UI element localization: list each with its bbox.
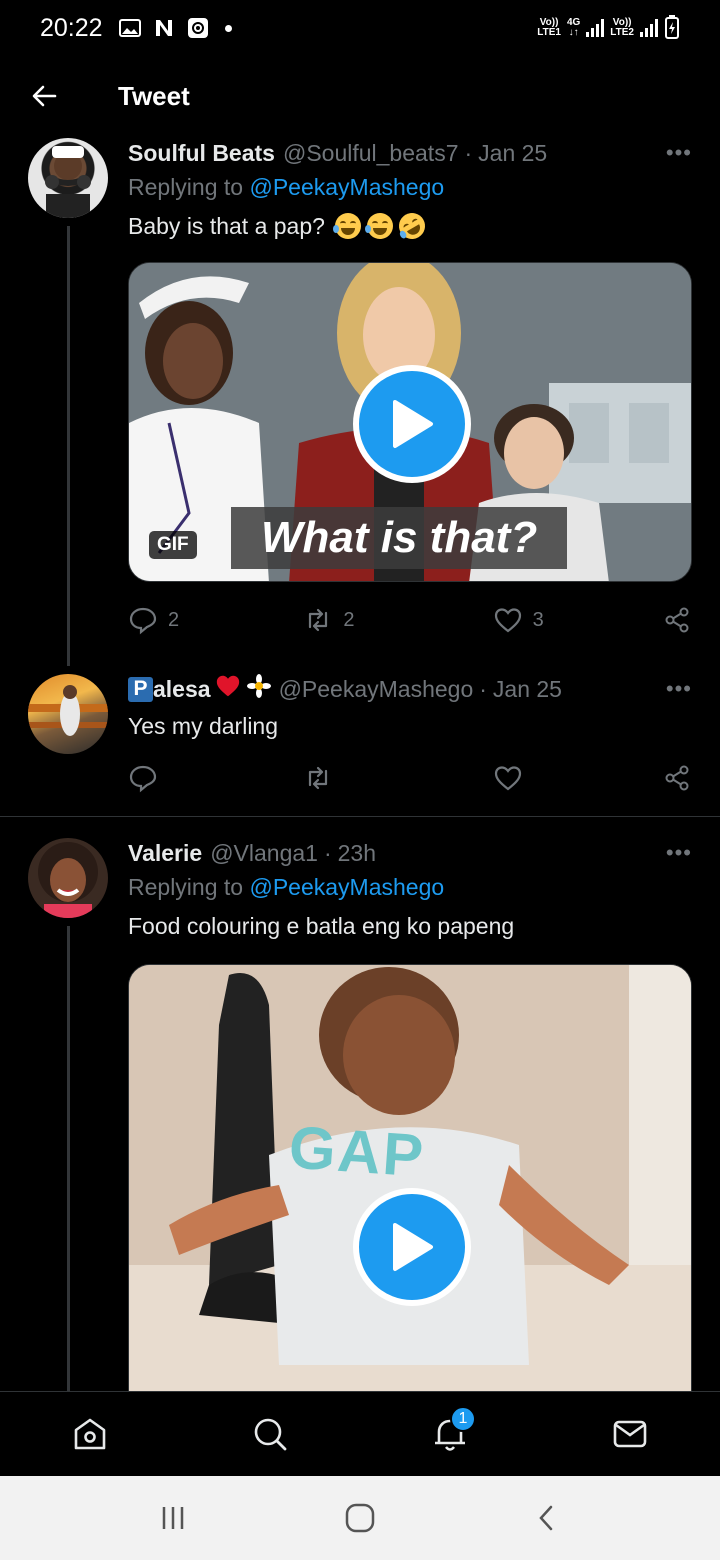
tweet-soulful-beats[interactable]: Soulful Beats @Soulful_beats7 · Jan 25 •… — [0, 134, 720, 666]
thread-line — [67, 226, 70, 666]
flower-emoji — [246, 674, 271, 704]
tweet-actions — [128, 758, 692, 798]
gear-badge-icon — [187, 17, 209, 39]
retweet-button[interactable] — [303, 763, 492, 793]
play-button[interactable] — [353, 365, 471, 483]
heart-emoji — [215, 674, 241, 704]
signal-icon — [586, 19, 605, 37]
share-icon — [665, 607, 689, 633]
reply-button[interactable]: 2 — [128, 605, 303, 635]
nav-messages[interactable] — [600, 1404, 660, 1464]
author-name[interactable]: alesa — [153, 676, 211, 703]
divider — [0, 816, 720, 817]
sim2-indicator: Vo)) LTE2 — [610, 17, 634, 38]
author-handle[interactable]: @PeekayMashego — [279, 676, 474, 703]
recents-icon — [163, 1507, 184, 1529]
mention-link[interactable]: @PeekayMashego — [249, 874, 444, 900]
dot-icon — [224, 24, 232, 32]
avatar[interactable] — [28, 838, 108, 918]
joy-emoji — [332, 213, 361, 239]
replying-to: Replying to @PeekayMashego — [128, 874, 445, 900]
recents-button[interactable] — [143, 1488, 203, 1548]
tweet-time[interactable]: 23h — [338, 840, 376, 867]
share-button[interactable] — [662, 763, 692, 793]
home-icon — [74, 1418, 106, 1450]
more-options-icon[interactable]: ••• — [666, 140, 692, 166]
play-icon — [393, 400, 433, 448]
image-icon — [118, 17, 141, 39]
status-bar: 20:22 Vo)) LTE1 4G ↓↑ Vo)) LTE2 — [0, 0, 720, 56]
messages-icon — [613, 1420, 647, 1448]
heart-icon — [494, 766, 521, 791]
retweet-icon — [309, 608, 328, 632]
gif-badge: GIF — [149, 531, 197, 559]
bottom-nav: 1 — [0, 1391, 720, 1476]
tweet-time[interactable]: Jan 25 — [493, 676, 562, 703]
back-button[interactable] — [14, 66, 74, 126]
home-circle-icon — [345, 1503, 375, 1533]
top-app-bar: Tweet — [0, 60, 720, 132]
replying-to: Replying to @PeekayMashego — [128, 174, 445, 200]
p-badge: P — [128, 676, 153, 702]
signal-icon — [640, 19, 658, 37]
arrow-left-icon — [32, 85, 57, 107]
tweet-text: Food colouring e batla eng ko papeng — [128, 912, 515, 939]
tweet-text: Yes my darling — [128, 712, 279, 739]
tweet-time[interactable]: Jan 25 — [478, 140, 547, 167]
play-button[interactable] — [353, 1188, 471, 1306]
search-icon — [254, 1418, 287, 1451]
reply-icon — [129, 607, 157, 635]
network-type: 4G ↓↑ — [566, 17, 581, 38]
sim1-indicator: Vo)) LTE1 — [537, 17, 561, 38]
more-options-icon[interactable]: ••• — [666, 676, 692, 702]
author-name[interactable]: Valerie — [128, 840, 202, 867]
nav-notifications[interactable]: 1 — [420, 1404, 480, 1464]
rofl-emoji — [394, 208, 430, 244]
notification-badge: 1 — [450, 1406, 476, 1432]
reply-button[interactable] — [128, 763, 303, 793]
gif-media[interactable]: GIF What is that? — [128, 262, 692, 582]
share-icon — [665, 765, 689, 791]
thread-line — [67, 926, 70, 1391]
author-handle[interactable]: @Vlanga1 — [210, 840, 318, 867]
shirt-text: GAP — [286, 1113, 428, 1190]
author-name[interactable]: Soulful Beats — [128, 140, 275, 167]
author-handle[interactable]: @Soulful_beats7 — [283, 140, 459, 167]
avatar[interactable] — [28, 138, 108, 218]
heart-icon — [494, 608, 521, 633]
retweet-button[interactable]: 2 — [303, 605, 492, 635]
home-system-button[interactable] — [330, 1488, 390, 1548]
avatar[interactable] — [28, 674, 108, 754]
system-nav-bar — [0, 1476, 720, 1560]
gif-media[interactable]: GAP — [128, 964, 692, 1391]
retweet-icon — [309, 766, 328, 790]
back-system-button[interactable] — [517, 1488, 577, 1548]
chevron-left-icon — [538, 1505, 552, 1531]
mention-link[interactable]: @PeekayMashego — [249, 174, 444, 200]
tweet-palesa[interactable]: P alesa @PeekayMashego · Jan 25 ••• Yes … — [0, 670, 720, 816]
play-icon — [393, 1223, 433, 1271]
more-options-icon[interactable]: ••• — [666, 840, 692, 866]
reply-icon — [129, 765, 157, 793]
share-button[interactable] — [662, 605, 692, 635]
tweet-valerie[interactable]: Valerie @Vlanga1 · 23h ••• Replying to @… — [0, 834, 720, 1391]
nav-search[interactable] — [240, 1404, 300, 1464]
joy-emoji — [364, 213, 393, 239]
status-time: 20:22 — [40, 13, 103, 42]
tweet-text: Baby is that a pap? — [128, 208, 692, 244]
gif-caption: What is that? — [231, 507, 568, 569]
n-icon — [153, 17, 175, 39]
tweet-actions: 2 2 3 — [128, 600, 692, 640]
like-button[interactable]: 3 — [493, 605, 662, 635]
page-title: Tweet — [118, 80, 190, 111]
battery-icon — [664, 14, 680, 42]
nav-home[interactable] — [60, 1404, 120, 1464]
like-button[interactable] — [493, 763, 662, 793]
